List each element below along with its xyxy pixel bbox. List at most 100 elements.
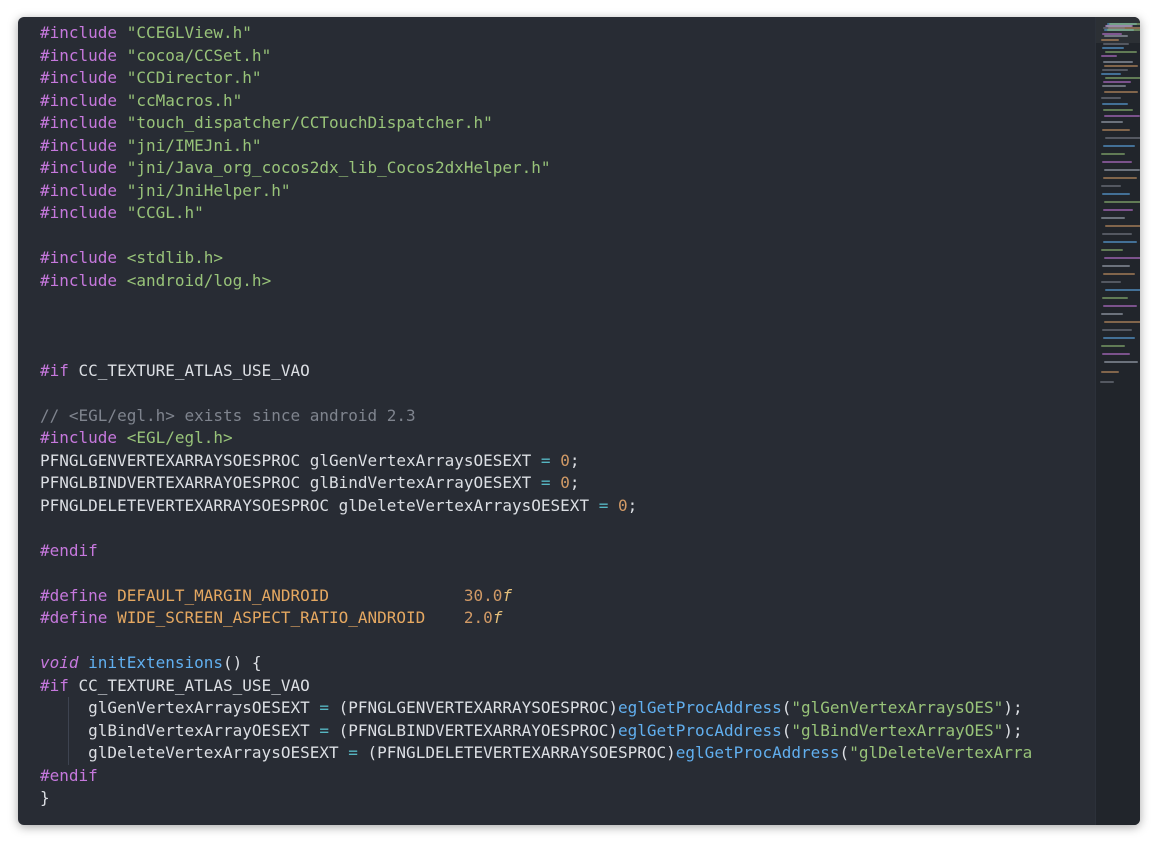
code-area[interactable]: #include "CCEGLView.h" #include "cocoa/CC… (40, 22, 1032, 810)
minimap-line (1105, 289, 1140, 291)
minimap-line (1105, 51, 1137, 53)
code-line[interactable] (40, 517, 1032, 540)
code-token: CC_TEXTURE_ATLAS_USE_VAO (78, 360, 310, 380)
code-line[interactable]: PFNGLBINDVERTEXARRAYOESPROC glBindVertex… (40, 472, 1032, 495)
code-token: = (598, 495, 609, 515)
code-line[interactable]: #include "jni/IMEJni.h" (40, 135, 1032, 158)
code-token: #define (40, 608, 118, 627)
code-token: "jni/IMEJni.h" (126, 135, 262, 155)
code-token: ); (1003, 698, 1023, 717)
minimap-line (1102, 329, 1132, 331)
code-line[interactable]: #include "CCGL.h" (40, 202, 1032, 225)
minimap-line (1104, 201, 1140, 203)
code-line[interactable]: glDeleteVertexArraysOESEXT = (PFNGLDELET… (40, 742, 1032, 765)
code-token: "ccMacros.h" (126, 90, 243, 110)
code-line[interactable]: #include "CCEGLView.h" (40, 22, 1032, 45)
minimap-line (1101, 249, 1123, 251)
code-token: (PFNGLDELETEVERTEXARRAYSOESPROC) (357, 743, 676, 762)
code-token: #include (40, 23, 127, 42)
code-line[interactable]: #endif (40, 540, 1032, 563)
minimap-line (1102, 129, 1130, 131)
code-line[interactable]: #endif (40, 765, 1032, 788)
code-line[interactable]: glGenVertexArraysOESEXT = (PFNGLGENVERTE… (40, 697, 1032, 720)
minimap-line (1101, 121, 1123, 123)
code-token: #if (40, 675, 79, 695)
code-line[interactable]: #include <EGL/egl.h> (40, 427, 1032, 450)
code-line[interactable] (40, 382, 1032, 405)
code-token: ; (569, 473, 580, 492)
code-line[interactable]: #include <android/log.h> (40, 270, 1032, 293)
code-token: = (348, 743, 358, 762)
code-line[interactable]: #include "CCDirector.h" (40, 67, 1032, 90)
code-line[interactable] (40, 337, 1032, 360)
code-line[interactable] (40, 562, 1032, 585)
minimap-line (1103, 43, 1129, 45)
code-token: WIDE_SCREEN_ASPECT_RATIO_ANDROID (117, 608, 426, 627)
minimap-line (1103, 145, 1135, 147)
minimap-line (1104, 35, 1128, 37)
code-line[interactable] (40, 292, 1032, 315)
code-line[interactable]: #include "touch_dispatcher/CCTouchDispat… (40, 112, 1032, 135)
code-line[interactable]: #include "cocoa/CCSet.h" (40, 45, 1032, 68)
code-token: <android/log.h> (126, 270, 272, 290)
code-token: 2.0 (463, 608, 493, 627)
code-line[interactable]: PFNGLGENVERTEXARRAYSOESPROC glGenVertexA… (40, 450, 1032, 473)
code-line[interactable]: PFNGLDELETEVERTEXARRAYSOESPROC glDeleteV… (40, 495, 1032, 518)
code-line[interactable]: void initExtensions() { (40, 652, 1032, 675)
code-token: // <EGL/egl.h> exists since android 2.3 (40, 405, 416, 425)
editor-pane[interactable]: #include "CCEGLView.h" #include "cocoa/CC… (18, 17, 1095, 825)
minimap-line (1103, 241, 1137, 243)
minimap-line (1103, 209, 1133, 211)
code-token: #include (40, 203, 127, 222)
code-line[interactable]: #if CC_TEXTURE_ATLAS_USE_VAO (40, 675, 1032, 698)
minimap-line (1103, 273, 1135, 275)
minimap-line (1102, 103, 1128, 105)
code-line[interactable]: #define WIDE_SCREEN_ASPECT_RATIO_ANDROID… (40, 607, 1032, 630)
minimap-line (1103, 61, 1133, 63)
code-token: glGenVertexArraysOESEXT (40, 698, 320, 717)
minimap-line (1101, 73, 1121, 75)
code-line[interactable]: #if CC_TEXTURE_ATLAS_USE_VAO (40, 360, 1032, 383)
code-token: eglGetProcAddress (617, 698, 782, 717)
minimap-line (1104, 257, 1140, 259)
code-line[interactable]: #include "jni/Java_org_cocos2dx_lib_Coco… (40, 157, 1032, 180)
code-line[interactable]: glBindVertexArrayOESEXT = (PFNGLBINDVERT… (40, 719, 1032, 742)
code-token: () { (223, 653, 262, 672)
code-token: ( (839, 743, 850, 762)
code-line[interactable] (40, 315, 1032, 338)
minimap-line (1102, 161, 1132, 163)
code-token: = (319, 720, 329, 740)
minimap-line (1104, 65, 1138, 67)
code-token: } (40, 788, 50, 807)
code-line[interactable]: #include <stdlib.h> (40, 247, 1032, 270)
code-token: #include (40, 180, 127, 200)
code-token: #include (40, 113, 127, 132)
minimap-line (1102, 85, 1126, 87)
code-token: #include (40, 158, 127, 177)
minimap-line (1100, 381, 1114, 383)
minimap[interactable] (1095, 17, 1140, 825)
minimap-line (1102, 193, 1130, 195)
minimap-line (1103, 109, 1133, 111)
minimap-line (1101, 97, 1121, 99)
code-token: eglGetProcAddress (617, 720, 782, 740)
code-line[interactable]: // <EGL/egl.h> exists since android 2.3 (40, 405, 1032, 428)
code-line[interactable] (40, 630, 1032, 653)
code-token: = (540, 473, 551, 492)
code-token: "touch_dispatcher/CCTouchDispatcher.h" (126, 113, 493, 132)
code-line[interactable]: } (40, 787, 1032, 810)
minimap-line (1101, 217, 1125, 219)
code-line[interactable]: #include "ccMacros.h" (40, 90, 1032, 113)
code-token: #include (40, 45, 127, 65)
code-line[interactable]: #define DEFAULT_MARGIN_ANDROID 30.0f (40, 585, 1032, 608)
code-token: glDeleteVertexArraysOESEXT (40, 743, 349, 762)
code-token: "glGenVertexArraysOES" (791, 698, 1004, 717)
minimap-line (1104, 115, 1140, 117)
code-line[interactable] (40, 225, 1032, 248)
code-line[interactable]: #include "jni/JniHelper.h" (40, 180, 1032, 203)
code-token: #include (40, 135, 127, 155)
